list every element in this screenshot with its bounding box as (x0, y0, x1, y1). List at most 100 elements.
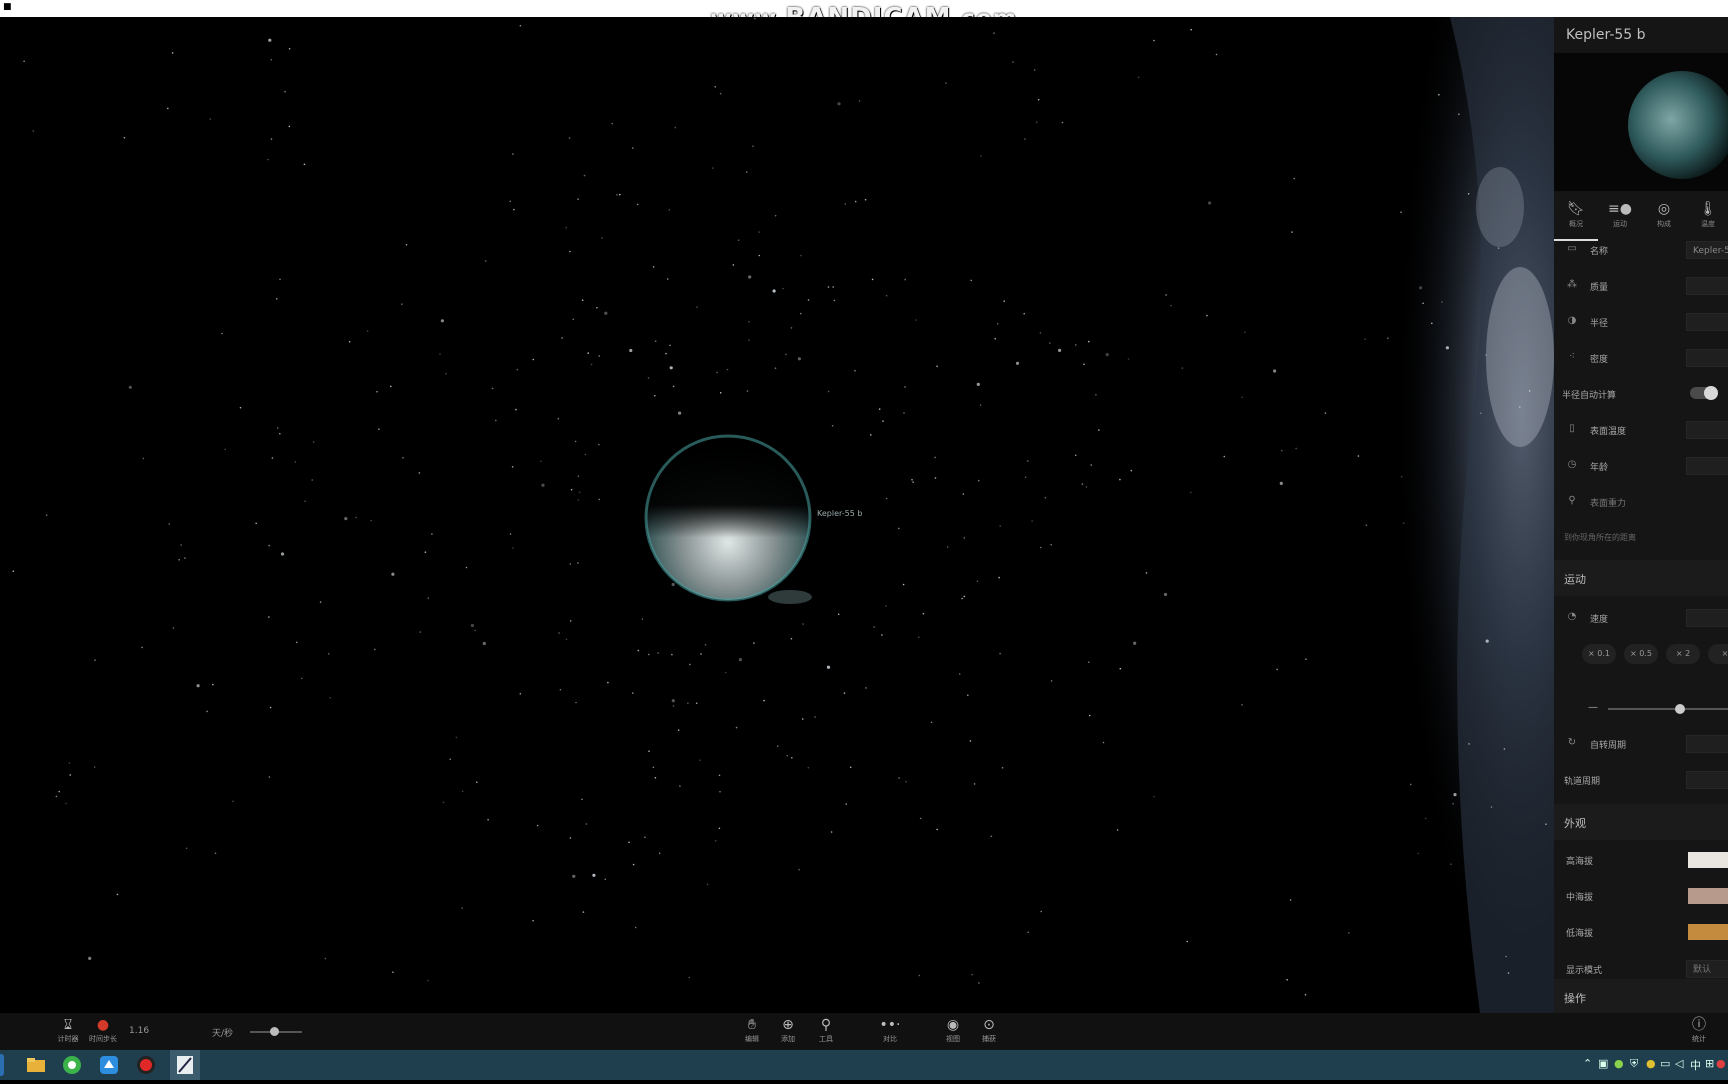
star (905, 780, 907, 783)
tool-label: 统计 (1692, 1035, 1706, 1043)
timestep-button[interactable]: ● 时间步长 (88, 1018, 118, 1044)
surface-temp-field[interactable] (1686, 421, 1728, 439)
star (998, 576, 1000, 579)
star (1431, 322, 1433, 325)
tray-language[interactable]: 中 (1690, 1057, 1701, 1073)
star (1400, 475, 1403, 478)
star (700, 653, 702, 655)
auto-radius-toggle[interactable] (1690, 386, 1718, 400)
star (677, 729, 680, 731)
section-motion[interactable]: 运动 (1554, 560, 1728, 596)
star (704, 643, 707, 646)
browser-icon[interactable] (61, 1054, 83, 1076)
star (598, 355, 600, 357)
tray-network-icon[interactable]: ▭ (1660, 1057, 1670, 1070)
gravity-icon: ⚲ (1568, 495, 1576, 506)
add-button[interactable]: ⊕ 添加 (778, 1018, 798, 1044)
composition-icon: ◎ (1657, 201, 1671, 217)
radius-field[interactable] (1686, 313, 1728, 331)
star (864, 198, 867, 201)
tab-motion[interactable]: ≡● 运动 (1598, 191, 1642, 239)
tool-label: 添加 (781, 1035, 795, 1043)
multiplier-0-5[interactable]: × 0.5 (1624, 644, 1658, 664)
star (1400, 211, 1402, 213)
star (636, 203, 639, 206)
thermometer-icon: 🌡︎ (1699, 201, 1717, 217)
star (1417, 852, 1420, 855)
minus-icon: — (1588, 702, 1598, 713)
star (996, 322, 999, 325)
star (532, 358, 535, 361)
multiplier-0-1[interactable]: × 0.1 (1582, 644, 1616, 664)
star (465, 566, 468, 569)
multiplier-more[interactable]: × (1708, 644, 1728, 664)
tab-composition[interactable]: ◎ 构成 (1642, 191, 1686, 239)
prop-label: 速度 (1590, 615, 1609, 625)
prop-label: 密度 (1590, 355, 1609, 365)
star (1049, 342, 1051, 344)
multiplier-2[interactable]: × 2 (1666, 644, 1700, 664)
planet-label[interactable]: Kepler-55 b (817, 509, 862, 518)
tools-button[interactable]: ⚲ 工具 (816, 1018, 836, 1044)
tab-temperature[interactable]: 🌡︎ 温度 (1686, 191, 1728, 239)
bandicam-record-icon[interactable] (135, 1054, 157, 1076)
slider-knob[interactable] (270, 1027, 279, 1036)
view-button[interactable]: ◉ 视图 (942, 1018, 964, 1044)
star (1090, 464, 1092, 466)
tray-red-app-icon[interactable]: ● (1716, 1057, 1726, 1070)
tray-app-icon[interactable]: ▣ (1598, 1057, 1608, 1070)
edit-button[interactable]: ✋︎ 编辑 (742, 1018, 762, 1044)
section-operations[interactable]: 操作 (1554, 979, 1728, 1013)
section-appearance[interactable]: 外观 (1554, 804, 1728, 840)
star (167, 107, 169, 110)
star (575, 701, 577, 704)
prop-label: 中海拔 (1566, 893, 1594, 903)
star (288, 48, 291, 50)
space-view[interactable] (0, 17, 1554, 1013)
age-field[interactable] (1686, 457, 1728, 475)
tray-volume-icon[interactable]: ◁ (1675, 1057, 1683, 1070)
orbit-field[interactable] (1686, 771, 1728, 789)
high-color-swatch[interactable] (1688, 852, 1728, 868)
tray-expand-icon[interactable]: ⌃ (1583, 1057, 1592, 1070)
rotation-field[interactable] (1686, 735, 1728, 753)
compare-button[interactable]: ••· 对比 (878, 1018, 902, 1044)
space-app-icon[interactable] (170, 1050, 200, 1080)
star (732, 264, 735, 266)
mid-color-swatch[interactable] (1688, 888, 1728, 904)
capture-button[interactable]: ⊙ 捕获 (978, 1018, 1000, 1044)
speed-field[interactable] (1686, 609, 1728, 627)
tray-input-icon[interactable]: ⊞ (1705, 1057, 1714, 1070)
mass-field[interactable] (1686, 277, 1728, 295)
messenger-icon[interactable] (98, 1054, 120, 1076)
star (268, 38, 272, 42)
tray-security-icon[interactable]: ● (1614, 1057, 1624, 1070)
file-explorer-icon[interactable] (25, 1054, 47, 1076)
name-field[interactable]: Kepler-5 (1686, 241, 1728, 259)
tray-shield-icon[interactable]: ⛨ (1630, 1057, 1638, 1071)
star (440, 319, 444, 323)
star (1031, 520, 1033, 522)
tab-overview[interactable]: 🔖︎ 概况 (1554, 191, 1598, 241)
time-slider[interactable] (250, 1027, 302, 1036)
display-mode-select[interactable]: 默认 (1686, 960, 1728, 978)
timer-button[interactable]: ⌛︎ 计时器 (56, 1018, 80, 1044)
tray-power-icon[interactable]: ● (1646, 1057, 1656, 1070)
star (1304, 993, 1307, 996)
bookmark-icon: 🔖︎ (1567, 201, 1585, 217)
slider-knob[interactable] (1675, 704, 1685, 714)
star (797, 357, 802, 361)
low-color-swatch[interactable] (1688, 924, 1728, 940)
star (1348, 932, 1350, 934)
star (963, 537, 966, 539)
start-button[interactable] (0, 1054, 4, 1076)
speed-slider[interactable]: — (1588, 702, 1728, 719)
object-panel: Kepler-55 b 🔖︎ 概况 ≡● 运动 ◎ 构成 � (1554, 17, 1728, 1013)
prop-label: 自转周期 (1590, 741, 1627, 751)
eye-icon: ◉ (946, 1017, 960, 1033)
stats-button[interactable]: ⓘ 统计 (1688, 1018, 1710, 1044)
density-field[interactable] (1686, 349, 1728, 367)
prop-label: 显示模式 (1566, 966, 1603, 976)
clock-icon: ◷ (1567, 459, 1577, 470)
star (516, 368, 519, 371)
